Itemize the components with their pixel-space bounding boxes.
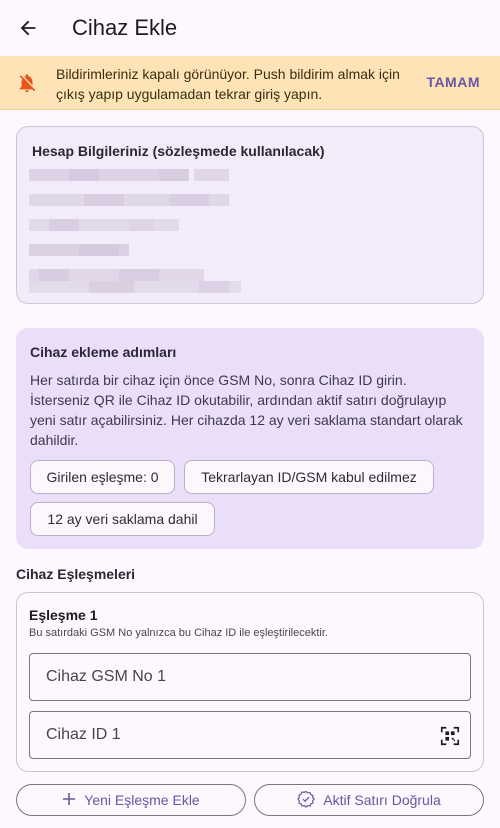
gsm-field <box>29 653 471 701</box>
app-bar: Cihaz Ekle <box>0 0 500 56</box>
pairing-count-chip: Girilen eşleşme: 0 <box>30 460 175 494</box>
data-retention-chip: 12 ay veri saklama dahil <box>30 502 215 536</box>
plus-icon <box>62 792 76 809</box>
arrow-back-icon[interactable] <box>14 14 42 42</box>
verify-active-row-label: Aktif Satırı Doğrula <box>323 792 441 808</box>
verify-active-row-button[interactable]: Aktif Satırı Doğrula <box>254 784 484 816</box>
device-id-field <box>29 711 471 759</box>
device-add-steps-card: Cihaz ekleme adımları Her satırda bir ci… <box>16 328 484 549</box>
gsm-input[interactable] <box>30 654 470 700</box>
steps-description: Her satırda bir cihaz için önce GSM No, … <box>30 372 463 448</box>
qr-scan-icon[interactable] <box>439 725 461 747</box>
redacted-account-details <box>29 169 241 293</box>
add-pairing-button[interactable]: Yeni Eşleşme Ekle <box>16 784 246 816</box>
account-info-title: Hesap Bilgileriniz (sözleşmede kullanıla… <box>32 143 325 159</box>
duplicate-rule-chip: Tekrarlayan ID/GSM kabul edilmez <box>184 460 434 494</box>
page-title: Cihaz Ekle <box>72 15 178 40</box>
pairings-section-title: Cihaz Eşleşmeleri <box>16 566 136 582</box>
steps-title: Cihaz ekleme adımları <box>30 344 177 360</box>
pairing-card: Eşleşme 1 Bu satırdaki GSM No yalnızca b… <box>16 592 484 772</box>
banner-message: Bildirimleriniz kapalı görünüyor. Push b… <box>56 66 400 102</box>
account-info-card: Hesap Bilgileriniz (sözleşmede kullanıla… <box>16 126 484 304</box>
verified-check-icon <box>297 790 316 811</box>
pairing-subtitle: Bu satırdaki GSM No yalnızca bu Cihaz ID… <box>29 627 328 639</box>
pairing-title: Eşleşme 1 <box>29 607 98 623</box>
notifications-off-icon <box>16 72 38 94</box>
notification-banner: Bildirimleriniz kapalı görünüyor. Push b… <box>0 56 500 110</box>
add-pairing-label: Yeni Eşleşme Ekle <box>84 792 200 808</box>
banner-dismiss-button[interactable]: TAMAM <box>426 74 480 90</box>
device-id-input[interactable] <box>30 712 470 758</box>
